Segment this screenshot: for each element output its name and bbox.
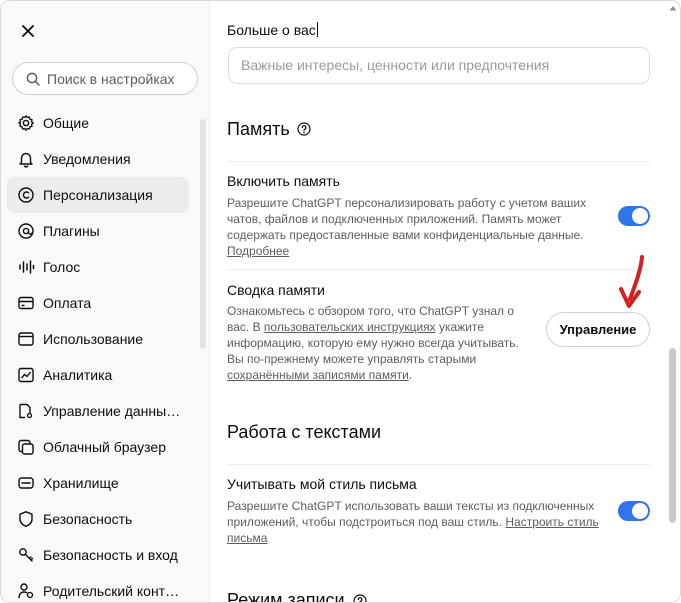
settings-nav: Общие Уведомления Персонализация Плагины…	[7, 105, 189, 602]
plugin-icon	[18, 223, 34, 239]
personalization-panel: Больше о вас Память Включить память Разр…	[210, 1, 680, 602]
enable-memory-description: Разрешите ChatGPT персонализировать рабо…	[227, 196, 587, 258]
sidebar-item-label: Безопасность и вход	[43, 547, 178, 563]
sidebar-item-label: Уведомления	[43, 151, 131, 167]
text-caret	[316, 22, 318, 37]
sidebar-item-label: Общие	[43, 115, 90, 131]
credit-card-icon	[18, 296, 34, 310]
sidebar-item-billing[interactable]: Оплата	[7, 285, 189, 321]
storage-icon	[18, 477, 34, 489]
recording-section-title: Режим записи	[227, 590, 345, 603]
bell-icon	[19, 152, 33, 168]
shield-icon	[19, 511, 33, 527]
toggle-knob	[632, 208, 648, 224]
sidebar-item-storage[interactable]: Хранилище	[7, 465, 189, 501]
voice-waveform-icon	[19, 260, 35, 274]
toggle-knob	[632, 503, 648, 519]
usage-window-icon	[18, 332, 34, 346]
divider	[228, 269, 650, 270]
sidebar-item-label: Аналитика	[43, 367, 113, 383]
writing-style-description: Разрешите ChatGPT использовать ваши текс…	[227, 499, 599, 545]
data-controls-icon	[19, 403, 33, 419]
memory-summary-description: Ознакомьтесь с обзором того, что ChatGPT…	[227, 304, 519, 382]
memory-section-title: Память	[227, 119, 290, 139]
close-icon	[22, 25, 34, 37]
divider	[228, 464, 650, 465]
sidebar-item-label: Персонализация	[43, 187, 153, 203]
close-button[interactable]	[17, 20, 39, 42]
cloud-browser-icon	[18, 439, 34, 455]
sidebar-item-label: Безопасность	[43, 511, 133, 527]
analytics-chart-icon	[18, 367, 34, 383]
sidebar-item-analytics[interactable]: Аналитика	[7, 357, 189, 393]
sidebar-item-cloud-browser[interactable]: Облачный браузер	[7, 429, 189, 465]
writing-style-title: Учитывать мой стиль письма	[227, 476, 417, 492]
personalization-icon	[18, 187, 34, 203]
custom-instructions-link[interactable]: пользовательских инструкциях	[264, 320, 436, 334]
writing-section-title: Работа с текстами	[227, 422, 382, 442]
enable-memory-title: Включить память	[227, 173, 340, 189]
more-about-you-input[interactable]	[241, 57, 631, 73]
sidebar-item-label: Родительский конт…	[43, 583, 180, 599]
gear-icon	[18, 115, 34, 131]
sidebar-item-personalization[interactable]: Персонализация	[7, 177, 189, 213]
sidebar-item-label: Плагины	[43, 223, 100, 239]
sidebar-item-label: Оплата	[43, 295, 92, 311]
sidebar-scrollbar[interactable]	[200, 119, 206, 349]
sidebar-item-usage[interactable]: Использование	[7, 321, 189, 357]
sidebar-item-plugins[interactable]: Плагины	[7, 213, 189, 249]
scroll-up-icon[interactable]	[669, 5, 677, 11]
sidebar-item-parental-controls[interactable]: Родительский конт…	[7, 573, 189, 602]
settings-search[interactable]	[12, 62, 198, 95]
sidebar-item-general[interactable]: Общие	[7, 105, 189, 141]
manage-memory-button[interactable]: Управление	[546, 312, 650, 347]
search-input[interactable]	[47, 69, 187, 89]
learn-more-link[interactable]: Подробнее	[227, 244, 289, 258]
sidebar-item-voice[interactable]: Голос	[7, 249, 189, 285]
help-icon[interactable]	[353, 594, 367, 603]
red-arrow-annotation	[619, 255, 644, 308]
settings-sidebar: Общие Уведомления Персонализация	[1, 1, 210, 602]
sidebar-item-data-controls[interactable]: Управление данны…	[7, 393, 189, 429]
sidebar-item-label: Голос	[43, 259, 81, 275]
security-login-icon	[19, 548, 34, 562]
settings-window: Общие Уведомления Персонализация	[0, 0, 681, 603]
sidebar-item-label: Облачный браузер	[43, 439, 166, 455]
help-icon[interactable]	[297, 122, 311, 136]
sidebar-item-security[interactable]: Безопасность	[7, 501, 189, 537]
enable-memory-toggle[interactable]	[618, 206, 650, 226]
saved-memories-link[interactable]: сохранёнными записями памяти	[227, 368, 409, 382]
sidebar-item-notifications[interactable]: Уведомления	[7, 141, 189, 177]
parental-control-icon	[18, 583, 34, 599]
memory-summary-title: Сводка памяти	[227, 282, 325, 298]
sidebar-item-label: Хранилище	[43, 475, 119, 491]
search-icon	[26, 72, 40, 86]
sidebar-item-label: Управление данны…	[43, 403, 181, 419]
sidebar-item-security-login[interactable]: Безопасность и вход	[7, 537, 189, 573]
divider	[228, 161, 650, 162]
main-scrollbar[interactable]	[669, 348, 676, 523]
more-about-you-field[interactable]	[228, 47, 650, 84]
more-about-you-label: Больше о вас	[227, 22, 318, 38]
writing-style-toggle[interactable]	[618, 501, 650, 521]
sidebar-item-label: Использование	[43, 331, 144, 347]
